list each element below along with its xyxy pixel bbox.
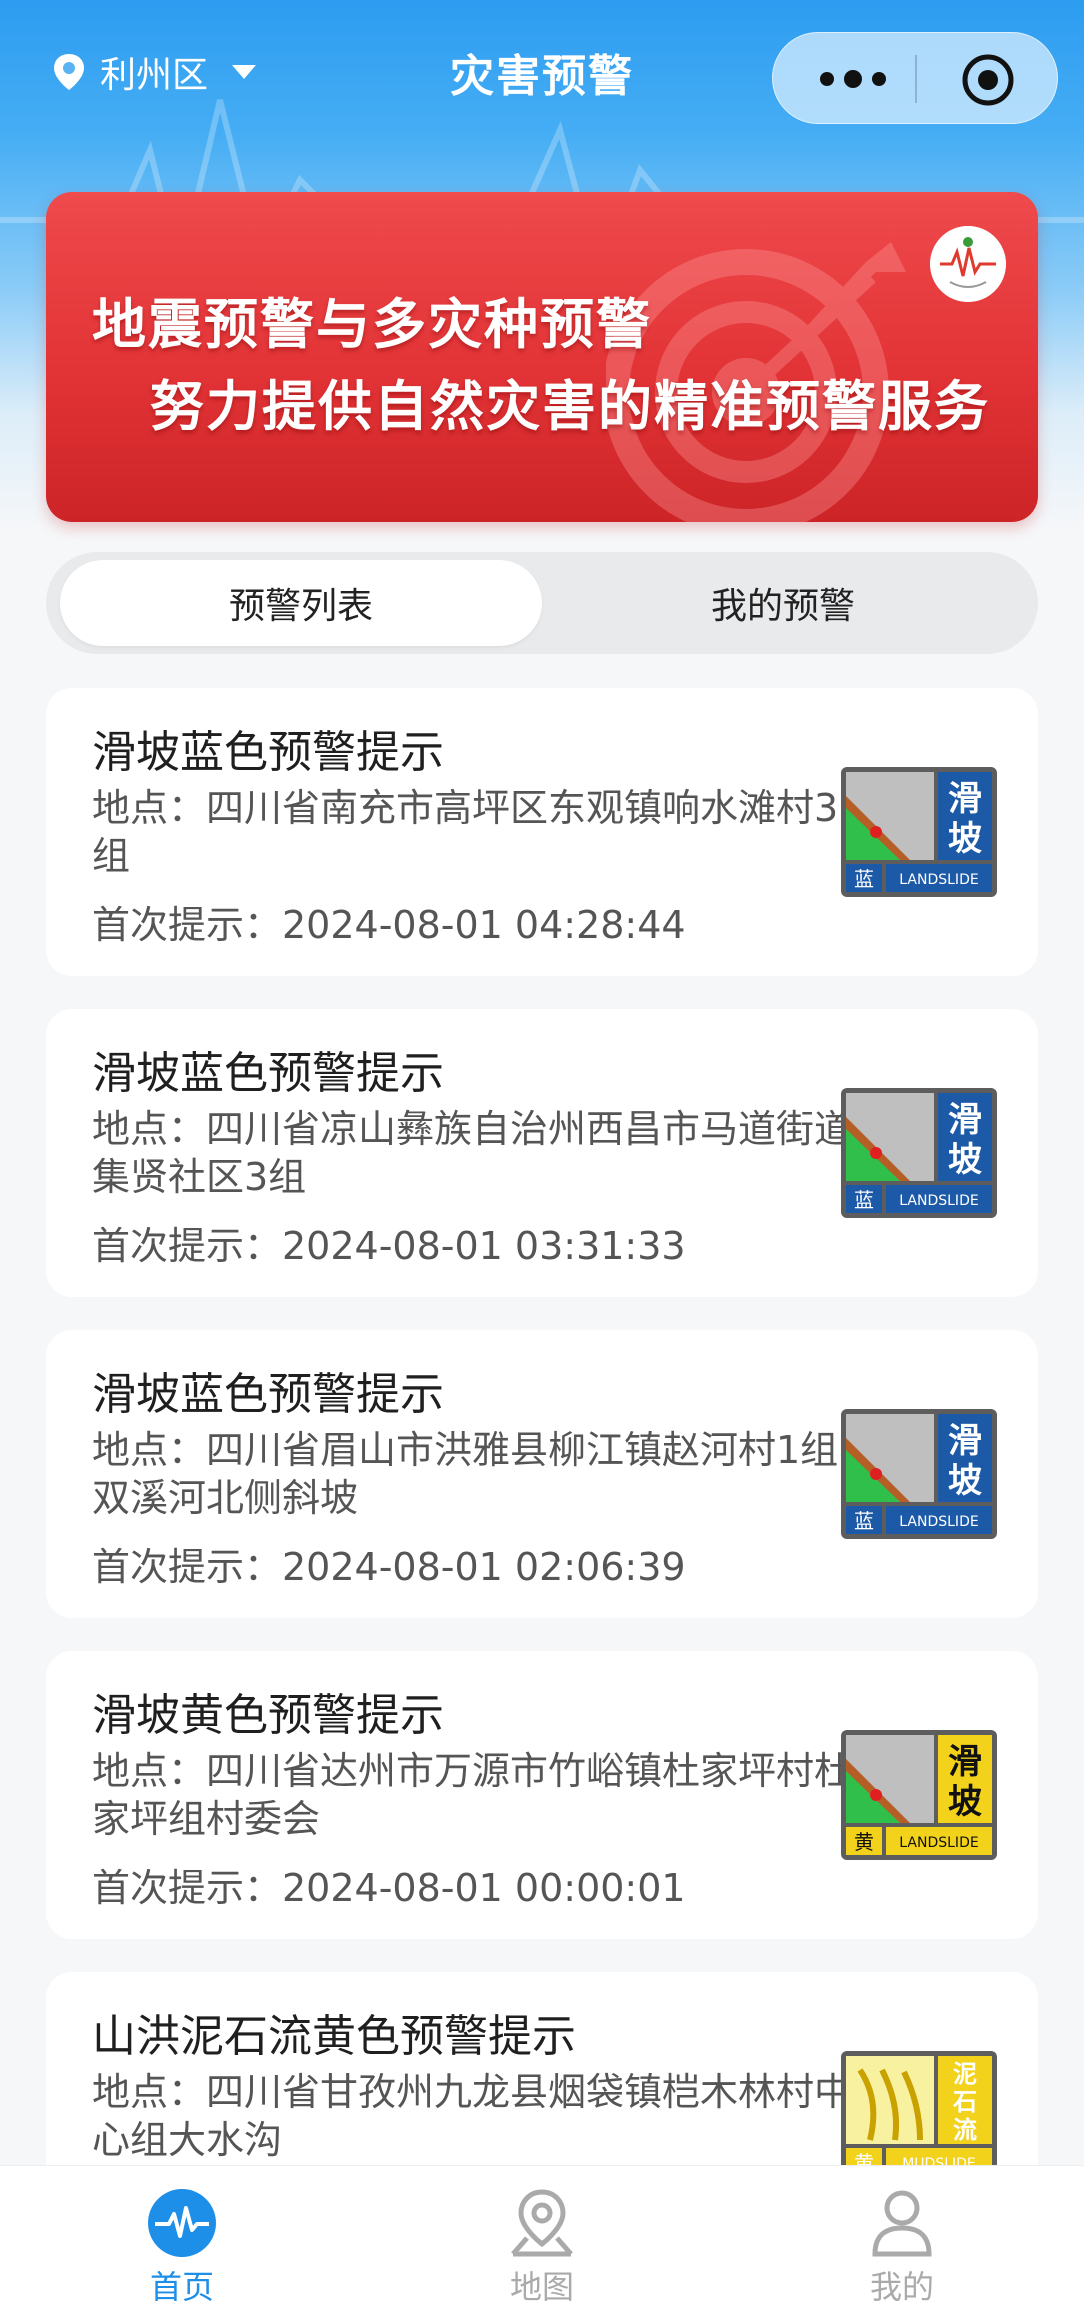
close-target-icon[interactable]	[961, 53, 1015, 107]
tabbar-home-label: 首页	[149, 2268, 214, 2306]
alert-card[interactable]: 滑坡蓝色预警提示 地点：四川省眉山市洪雅县柳江镇赵河村1组双溪河北侧斜坡 首次提…	[46, 1330, 1038, 1618]
nav-bar: 利州区 灾害预警	[0, 0, 1084, 140]
user-icon	[872, 2190, 932, 2257]
tabbar-home[interactable]: 首页	[122, 2188, 242, 2308]
landslide-blue-badge-icon: 滑 坡 蓝 LANDSLIDE	[841, 1088, 997, 1218]
alert-address: 地点：四川省凉山彝族自治州西昌市马道街道集贤社区3组	[92, 1107, 853, 1199]
landslide-blue-badge-icon: 滑 坡 蓝 LANDSLIDE	[841, 1409, 997, 1539]
alert-time: 首次提示：2024-08-01 04:28:44	[92, 903, 686, 947]
svg-text:石: 石	[952, 2088, 977, 2116]
svg-text:滑: 滑	[948, 779, 982, 819]
alert-address: 地点：四川省南充市高坪区东观镇响水滩村3组	[92, 786, 839, 878]
alert-card[interactable]: 滑坡蓝色预警提示 地点：四川省凉山彝族自治州西昌市马道街道集贤社区3组 首次提示…	[46, 1009, 1038, 1297]
svg-text:LANDSLIDE: LANDSLIDE	[899, 1193, 978, 1209]
tab-alert-list[interactable]: 预警列表	[60, 560, 542, 646]
svg-text:坡: 坡	[948, 1782, 982, 1822]
alert-title: 山洪泥石流黄色预警提示	[92, 2011, 576, 2062]
alert-title: 滑坡蓝色预警提示	[92, 1048, 444, 1099]
miniprogram-capsule	[772, 32, 1058, 124]
alert-title: 滑坡蓝色预警提示	[92, 727, 444, 778]
segmented-tabs: 预警列表 我的预警	[46, 552, 1038, 654]
alert-address: 地点：四川省甘孜州九龙县烟袋镇桤木林村中心组大水沟	[92, 2070, 853, 2162]
landslide-blue-badge-icon: 滑 坡 蓝 LANDSLIDE	[841, 767, 997, 897]
banner-subheadline: 努力提供自然灾害的精准预警服务	[150, 375, 990, 438]
alert-title: 滑坡蓝色预警提示	[92, 1369, 444, 1420]
svg-text:坡: 坡	[948, 819, 982, 859]
svg-text:蓝: 蓝	[854, 1509, 874, 1533]
svg-text:蓝: 蓝	[854, 867, 874, 891]
map-pin-icon	[511, 2189, 573, 2257]
svg-text:LANDSLIDE: LANDSLIDE	[899, 872, 978, 888]
pulse-icon	[148, 2189, 216, 2257]
svg-text:LANDSLIDE: LANDSLIDE	[899, 1835, 978, 1851]
capsule-divider	[915, 55, 917, 103]
iclc-logo-icon	[930, 226, 1006, 302]
tabbar-profile[interactable]: 我的	[842, 2188, 962, 2308]
alert-address: 地点：四川省眉山市洪雅县柳江镇赵河村1组双溪河北侧斜坡	[92, 1428, 839, 1520]
svg-text:流: 流	[953, 2116, 977, 2144]
svg-text:滑: 滑	[948, 1742, 982, 1782]
svg-text:坡: 坡	[948, 1140, 982, 1180]
promo-banner[interactable]: 地震预警与多灾种预警 努力提供自然灾害的精准预警服务	[46, 192, 1038, 522]
tabbar-map[interactable]: 地图	[482, 2188, 602, 2308]
alert-time: 首次提示：2024-08-01 02:06:39	[92, 1545, 686, 1589]
alert-title: 滑坡黄色预警提示	[92, 1690, 444, 1741]
svg-text:黄: 黄	[854, 1830, 874, 1854]
svg-text:滑: 滑	[948, 1100, 982, 1140]
tab-my-alerts[interactable]: 我的预警	[542, 560, 1024, 646]
alert-address: 地点：四川省达州市万源市竹峪镇杜家坪村杜家坪组村委会	[92, 1749, 853, 1841]
tabbar-profile-label: 我的	[869, 2268, 934, 2306]
alert-time: 首次提示：2024-08-01 00:00:01	[92, 1866, 686, 1910]
svg-text:滑: 滑	[948, 1421, 982, 1461]
banner-headline: 地震预警与多灾种预警	[92, 293, 652, 356]
bottom-tab-bar: 首页 地图 我的	[0, 2165, 1084, 2315]
svg-text:坡: 坡	[948, 1461, 982, 1501]
alert-card[interactable]: 滑坡蓝色预警提示 地点：四川省南充市高坪区东观镇响水滩村3组 首次提示：2024…	[46, 688, 1038, 976]
svg-text:泥: 泥	[953, 2060, 977, 2088]
landslide-yellow-badge-icon: 滑 坡 黄 LANDSLIDE	[841, 1730, 997, 1860]
tabbar-map-label: 地图	[509, 2268, 574, 2306]
alert-card[interactable]: 滑坡黄色预警提示 地点：四川省达州市万源市竹峪镇杜家坪村杜家坪组村委会 首次提示…	[46, 1651, 1038, 1939]
alert-time: 首次提示：2024-08-01 03:31:33	[92, 1224, 686, 1268]
svg-text:蓝: 蓝	[854, 1188, 874, 1212]
more-icon[interactable]	[813, 69, 893, 89]
mudslide-yellow-badge-icon: 泥 石 流 黄 MUDSLIDE	[841, 2051, 997, 2181]
svg-text:LANDSLIDE: LANDSLIDE	[899, 1514, 978, 1530]
